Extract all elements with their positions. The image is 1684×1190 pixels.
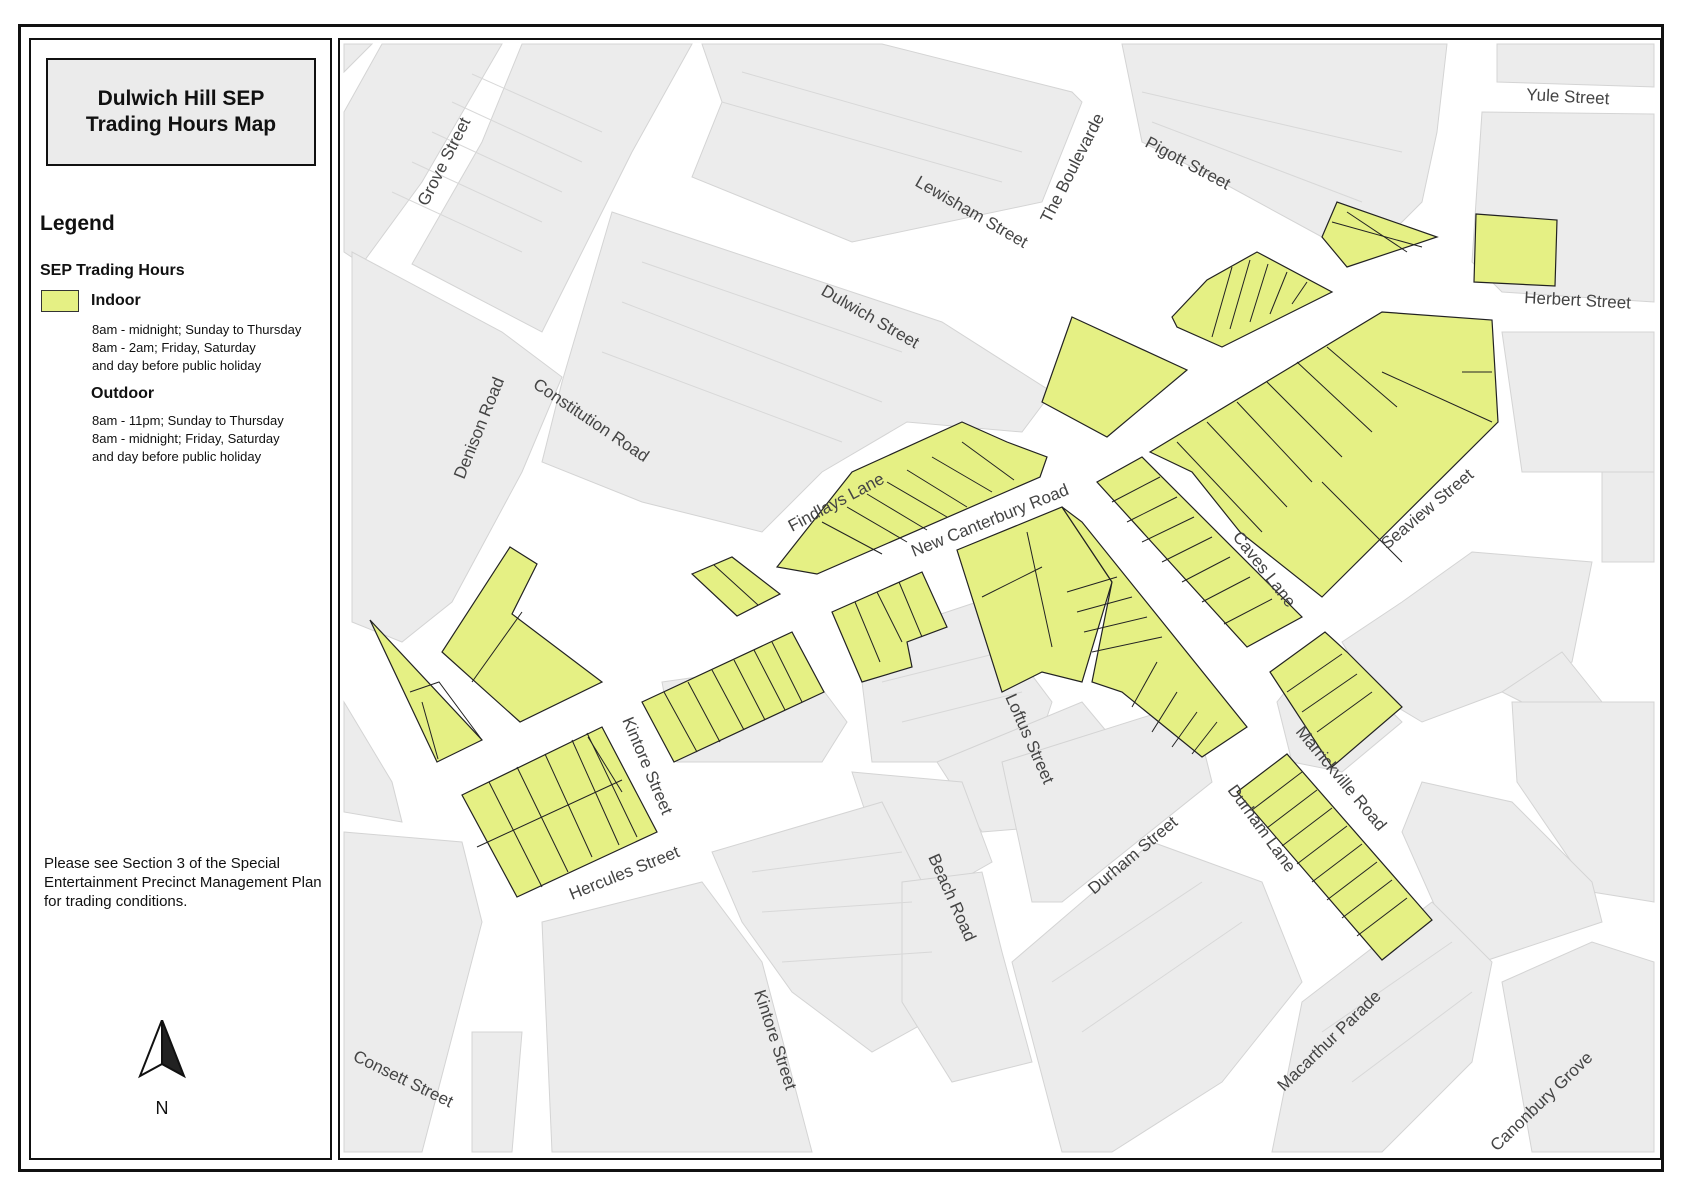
legend-panel: Dulwich Hill SEP Trading Hours Map Legen… — [29, 38, 332, 1160]
outdoor-hours: 8am - 11pm; Sunday to Thursday 8am - mid… — [92, 412, 284, 466]
indoor-hours-line1: 8am - midnight; Sunday to Thursday — [92, 322, 302, 337]
map-title-line2: Trading Hours Map — [85, 113, 277, 136]
legend-heading: Legend — [40, 212, 115, 235]
north-arrow-icon: N — [138, 1019, 186, 1118]
map-title-line1: Dulwich Hill SEP — [97, 87, 265, 110]
indoor-hours-line2: 8am - 2am; Friday, Saturday — [92, 340, 256, 355]
indoor-swatch — [41, 290, 79, 312]
map-svg[interactable]: Grove Street Lewisham Street The Bouleva… — [340, 40, 1660, 1158]
outdoor-hours-line1: 8am - 11pm; Sunday to Thursday — [92, 413, 284, 428]
map-canvas[interactable]: Grove Street Lewisham Street The Bouleva… — [338, 38, 1662, 1160]
north-arrow-label: N — [156, 1098, 169, 1118]
trading-conditions-note: Please see Section 3 of the Special Ente… — [44, 855, 322, 910]
sep-parcel[interactable] — [1473, 213, 1558, 287]
north-arrow: N — [136, 1019, 188, 1130]
legend-subheading: SEP Trading Hours — [40, 262, 185, 279]
indoor-hours: 8am - midnight; Sunday to Thursday 8am -… — [92, 321, 301, 375]
outdoor-label: Outdoor — [91, 385, 155, 402]
outdoor-hours-line3: and day before public holiday — [92, 449, 262, 464]
indoor-label: Indoor — [91, 292, 141, 309]
indoor-hours-line3: and day before public holiday — [92, 358, 262, 373]
map-title-box: Dulwich Hill SEP Trading Hours Map — [46, 58, 316, 166]
outdoor-hours-line2: 8am - midnight; Friday, Saturday — [92, 431, 280, 446]
